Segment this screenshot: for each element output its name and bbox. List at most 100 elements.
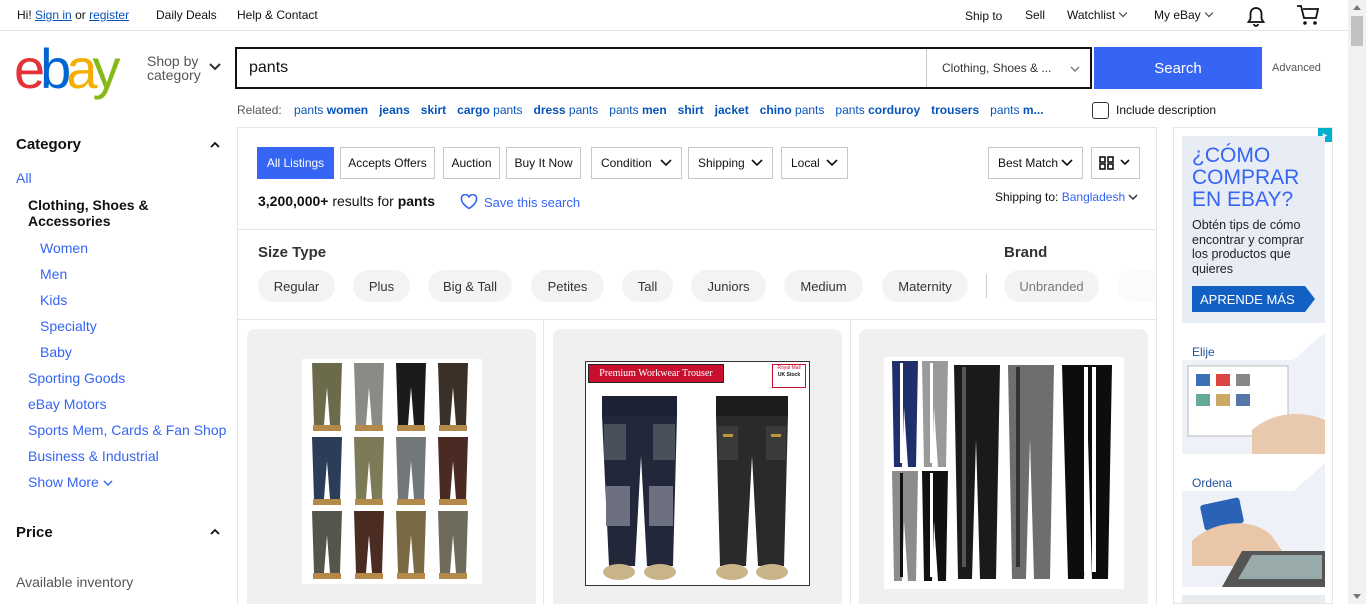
related-search-link[interactable]: shirt [678,103,704,117]
scroll-up-icon[interactable] [1353,4,1361,10]
chevron-down-icon [751,159,763,167]
available-inventory-heading[interactable]: Available inventory [16,574,133,590]
subcategory-kids[interactable]: Kids [40,292,67,308]
view-toggle[interactable] [1091,147,1140,179]
size-type-heading: Size Type [258,244,327,261]
cargo-pants-image [312,363,468,579]
chevron-down-icon [1204,8,1213,18]
search-input[interactable] [237,49,926,87]
size-big-tall-chip[interactable]: Big & Tall [428,270,512,302]
category-sporting-goods[interactable]: Sporting Goods [28,370,125,386]
search-button[interactable]: Search [1094,47,1262,89]
elije-ad[interactable]: Elije [1182,332,1325,454]
how-to-buy-ad[interactable]: ¿CÓMO COMPRAR EN EBAY? Obtén tips de cóm… [1182,136,1325,323]
bell-icon[interactable] [1245,5,1267,27]
size-regular-chip[interactable]: Regular [258,270,335,302]
watchlist-menu[interactable]: Watchlist [1067,8,1128,22]
subcategory-women[interactable]: Women [40,240,88,256]
my-ebay-menu[interactable]: My eBay [1154,8,1213,22]
register-link[interactable]: register [89,8,129,22]
tab-all-listings[interactable]: All Listings [257,147,334,179]
category-select[interactable]: Clothing, Shoes & ... [926,49,1090,87]
ad-step-label: Elije [1192,345,1215,359]
listing-card[interactable] [247,329,536,604]
shipping-to[interactable]: Shipping to: Bangladesh [995,190,1138,204]
sort-dropdown[interactable]: Best Match [988,147,1083,179]
boots [439,573,467,579]
related-search-link[interactable]: pants corduroy [835,103,920,117]
category-sports-mem[interactable]: Sports Mem, Cards & Fan Shop [28,422,226,438]
divider [543,320,544,604]
related-search-link[interactable]: pants men [609,103,666,117]
pants-thumbnail [312,437,342,499]
related-search-link[interactable]: dress pants [534,103,599,117]
condition-dropdown[interactable]: Condition [591,147,682,179]
brand-next-chip[interactable] [1117,270,1156,302]
pants-thumbnail [312,363,342,425]
size-maternity-chip[interactable]: Maternity [882,270,968,302]
divider [238,229,1156,230]
subcategory-specialty[interactable]: Specialty [40,318,97,334]
advanced-search-link[interactable]: Advanced [1272,62,1321,74]
next-ad[interactable] [1182,595,1325,603]
subcategory-baby[interactable]: Baby [40,344,72,360]
chevron-up-icon[interactable] [209,141,221,149]
related-search-link[interactable]: trousers [931,103,979,117]
listing-card[interactable] [859,329,1148,604]
aprende-mas-button[interactable]: APRENDE MÁS [1192,286,1305,312]
category-all-link[interactable]: All [16,170,32,186]
local-dropdown[interactable]: Local [781,147,848,179]
heart-icon [460,194,478,210]
include-description-label: Include description [1116,103,1217,117]
tab-buy-it-now[interactable]: Buy It Now [506,147,581,179]
size-tall-chip[interactable]: Tall [622,270,673,302]
help-contact-link[interactable]: Help & Contact [237,8,318,22]
product-image[interactable] [302,359,482,584]
cart-icon[interactable] [1296,4,1320,26]
category-heading[interactable]: Category [16,136,81,153]
scrollbar[interactable] [1348,0,1366,604]
chevron-up-icon[interactable] [209,528,221,536]
related-search-link[interactable]: cargo pants [457,103,522,117]
show-more-link[interactable]: Show More [28,474,113,490]
category-business-industrial[interactable]: Business & Industrial [28,448,159,464]
shop-by-category[interactable]: Shop by category [147,54,201,82]
subcategory-men[interactable]: Men [40,266,67,282]
listing-card[interactable]: Premium Workwear Trouser Royal Mail UK St… [553,329,842,604]
ebay-logo[interactable]: ebay [14,36,120,100]
sign-in-link[interactable]: Sign in [35,8,72,22]
category-ebay-motors[interactable]: eBay Motors [28,396,107,412]
pants-thumbnail [354,363,384,425]
shipping-dropdown[interactable]: Shipping [688,147,773,179]
include-description-checkbox[interactable] [1092,102,1109,119]
scrollbar-thumb[interactable] [1351,16,1363,46]
tab-accepts-offers[interactable]: Accepts Offers [340,147,435,179]
size-plus-chip[interactable]: Plus [353,270,410,302]
related-search-link[interactable]: chino pants [760,103,825,117]
save-search-button[interactable]: Save this search [460,194,580,210]
pants-thumbnail [438,437,468,499]
sell-link[interactable]: Sell [1025,8,1045,22]
ordena-ad[interactable]: Ordena [1182,463,1325,587]
brand-unbranded-chip[interactable]: Unbranded [1004,270,1099,302]
price-heading[interactable]: Price [16,524,53,541]
daily-deals-link[interactable]: Daily Deals [156,8,217,22]
ad-headline: ¿CÓMO COMPRAR EN EBAY? [1192,144,1300,211]
boots [313,425,341,431]
related-search-link[interactable]: pants women [294,103,368,117]
scroll-down-icon[interactable] [1353,594,1361,600]
size-petites-chip[interactable]: Petites [531,270,604,302]
related-search-link[interactable]: pants m... [990,103,1043,117]
results-panel: All Listings Accepts Offers Auction Buy … [237,127,1157,604]
tab-auction[interactable]: Auction [443,147,500,179]
boots [439,499,467,505]
size-juniors-chip[interactable]: Juniors [691,270,766,302]
ship-to-link[interactable]: Ship to [965,9,1002,23]
related-search-link[interactable]: skirt [421,103,446,117]
product-image[interactable]: Premium Workwear Trouser Royal Mail UK St… [585,361,810,586]
related-search-link[interactable]: jeans [379,103,410,117]
related-search-link[interactable]: jacket [715,103,749,117]
size-medium-chip[interactable]: Medium [784,270,863,302]
product-image[interactable] [884,357,1124,589]
divider [238,319,1156,320]
